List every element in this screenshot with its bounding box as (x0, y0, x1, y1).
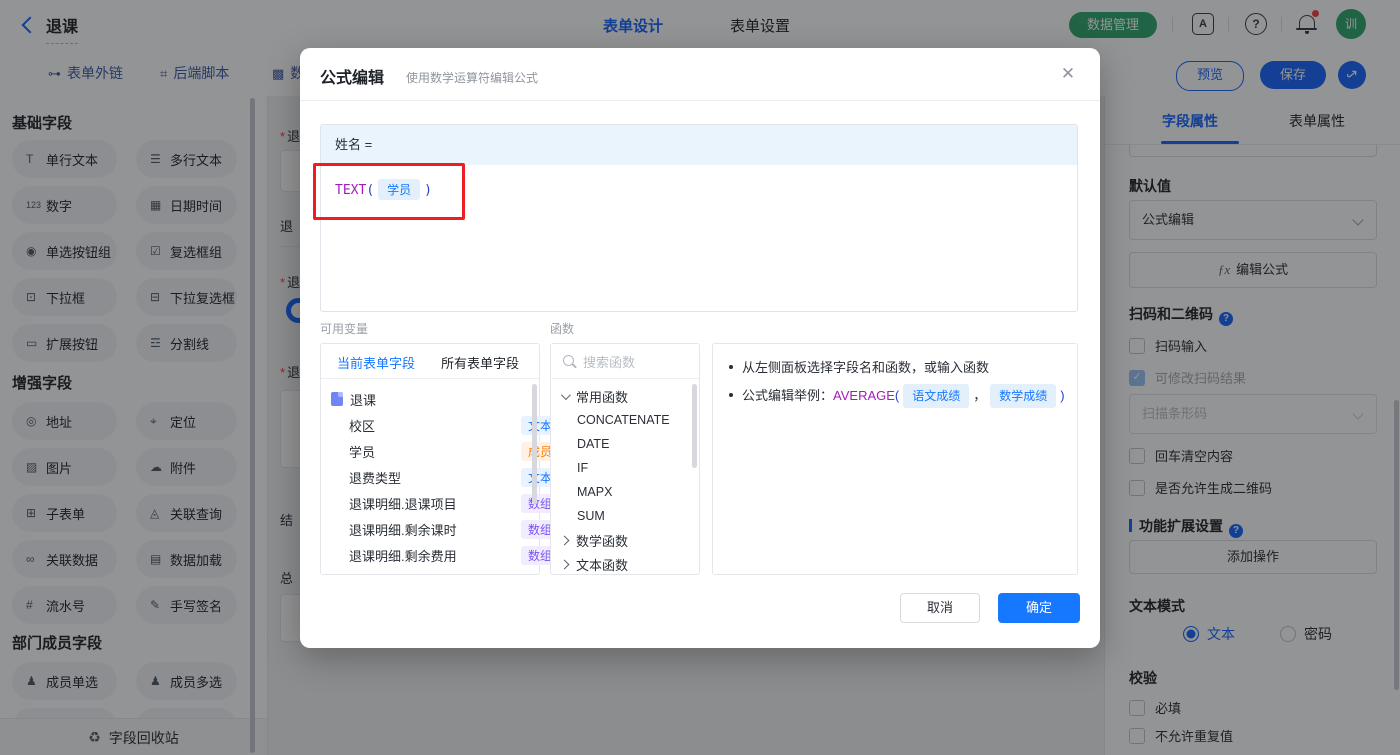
confirm-button[interactable]: 确定 (998, 593, 1080, 623)
function-group-common[interactable]: 常用函数 (551, 384, 691, 408)
variables-tabs: 当前表单字段 所有表单字段 (321, 344, 539, 379)
bullet-icon (729, 393, 733, 397)
variable-row[interactable]: 退课明细.退课项目 数组 (321, 490, 559, 516)
function-search[interactable] (551, 344, 699, 379)
variable-form-node[interactable]: 退课 (321, 386, 541, 412)
red-annotation-box (313, 163, 465, 220)
help-tip: 从左侧面板选择字段名和函数，或输入函数 (729, 358, 989, 378)
variable-row[interactable]: 学员 成员 (321, 438, 559, 464)
chevron-right-icon (559, 559, 570, 569)
dialog-header-divider (300, 100, 1100, 101)
functions-panel: 常用函数 CONCATENATE DATE IF MAPX SUM 数学函数 文… (550, 343, 700, 575)
chevron-right-icon (559, 535, 570, 545)
variables-scrollbar[interactable] (532, 384, 537, 504)
formula-edit-dialog: 公式编辑 使用数学运算符编辑公式 ✕ 姓名 = TEXT(学员) 可用变量 函数… (300, 48, 1100, 648)
dialog-title: 公式编辑 (320, 70, 385, 87)
tab-all-form-fields[interactable]: 所有表单字段 (441, 353, 519, 372)
form-file-icon (331, 392, 343, 406)
functions-scrollbar[interactable] (692, 384, 697, 468)
tab-current-form-fields[interactable]: 当前表单字段 (337, 353, 415, 372)
field-chip: 语文成绩 (903, 384, 970, 408)
variable-row[interactable]: 退课明细.剩余费用 数组 (321, 542, 559, 568)
search-icon (563, 355, 574, 366)
function-name: AVERAGE (833, 388, 895, 403)
chevron-down-icon (560, 389, 571, 400)
variable-row[interactable]: 退课明细.剩余课时 数组 (321, 516, 559, 542)
variables-label: 可用变量 (320, 322, 369, 336)
variable-row[interactable]: 退费类型 文本 (321, 464, 559, 490)
variables-panel: 当前表单字段 所有表单字段 退课 校区 文本 学员 成员 退费类型 文本 退课明细.退… (320, 343, 559, 575)
close-icon[interactable]: ✕ (1058, 64, 1078, 84)
function-group-text[interactable]: 文本函数 (551, 552, 691, 576)
cancel-button[interactable]: 取消 (900, 593, 980, 623)
function-group-math[interactable]: 数学函数 (551, 528, 691, 552)
search-input[interactable] (581, 351, 693, 373)
help-panel: 从左侧面板选择字段名和函数，或输入函数 公式编辑举例：AVERAGE(语文成绩，… (712, 343, 1078, 575)
formula-target-bar: 姓名 = (321, 125, 1077, 165)
dialog-subtitle: 使用数学运算符编辑公式 (406, 71, 539, 85)
field-chip: 数学成绩 (990, 384, 1057, 408)
functions-label: 函数 (550, 322, 575, 336)
function-item[interactable]: SUM (551, 504, 717, 528)
help-example: 公式编辑举例：AVERAGE(语文成绩，数学成绩) (729, 384, 1065, 408)
variable-row[interactable]: 校区 文本 (321, 412, 559, 438)
function-item[interactable]: MAPX (551, 480, 717, 504)
bullet-icon (729, 365, 733, 369)
